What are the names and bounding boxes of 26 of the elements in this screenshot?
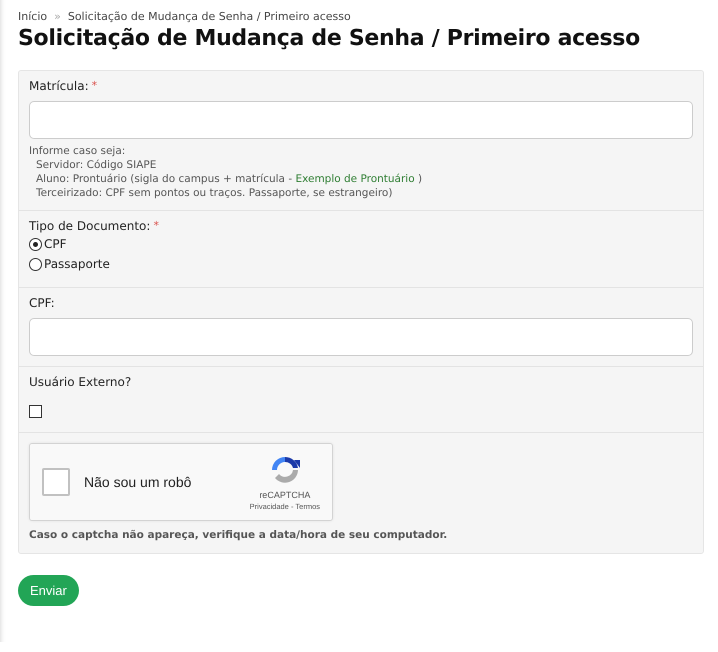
help-text: Informe caso seja: — [29, 144, 126, 158]
example-link[interactable]: Exemplo de Prontuário — [295, 173, 415, 185]
help-text: Terceirizado: CPF sem pontos ou traços. Passaporte, se estrangeiro) — [35, 186, 394, 200]
captcha-label: Não sou um robô — [84, 474, 192, 490]
breadcrumb-link[interactable]: Início — [18, 10, 48, 23]
radio-button[interactable] — [29, 238, 42, 250]
radio-label[interactable]: CPF — [44, 237, 67, 251]
input-field[interactable] — [29, 318, 693, 356]
input-field[interactable] — [29, 101, 693, 139]
required-mark: * — [92, 79, 98, 93]
captcha-checkbox[interactable] — [42, 468, 70, 496]
field-label: Matrícula: — [29, 79, 89, 93]
captcha-note: Caso o captcha não apareça, verifique a data/hora de seu computador. — [29, 529, 448, 541]
radio-label[interactable]: Passaporte — [44, 257, 110, 271]
help-text: Aluno: Prontuário (sigla do campus + matrícula - Exemplo de Prontuário ) — [35, 172, 424, 186]
field-label: CPF: — [29, 296, 55, 310]
breadcrumb-link[interactable]: Solicitação de Mudança de Senha / Primeiro acesso — [68, 10, 351, 23]
radio-button[interactable] — [29, 258, 42, 270]
field-label: Usuário Externo? — [29, 375, 132, 389]
field-label: Tipo de Documento: — [29, 219, 150, 233]
checkbox[interactable] — [29, 405, 42, 418]
help-text: Servidor: Código SIAPE — [35, 158, 158, 172]
required-mark: * — [153, 219, 159, 233]
page-title: Solicitação de Mudança de Senha / Primeiro acesso — [18, 26, 641, 51]
recaptcha-brand: reCAPTCHA — [259, 490, 310, 500]
breadcrumb-separator: » — [54, 10, 61, 23]
